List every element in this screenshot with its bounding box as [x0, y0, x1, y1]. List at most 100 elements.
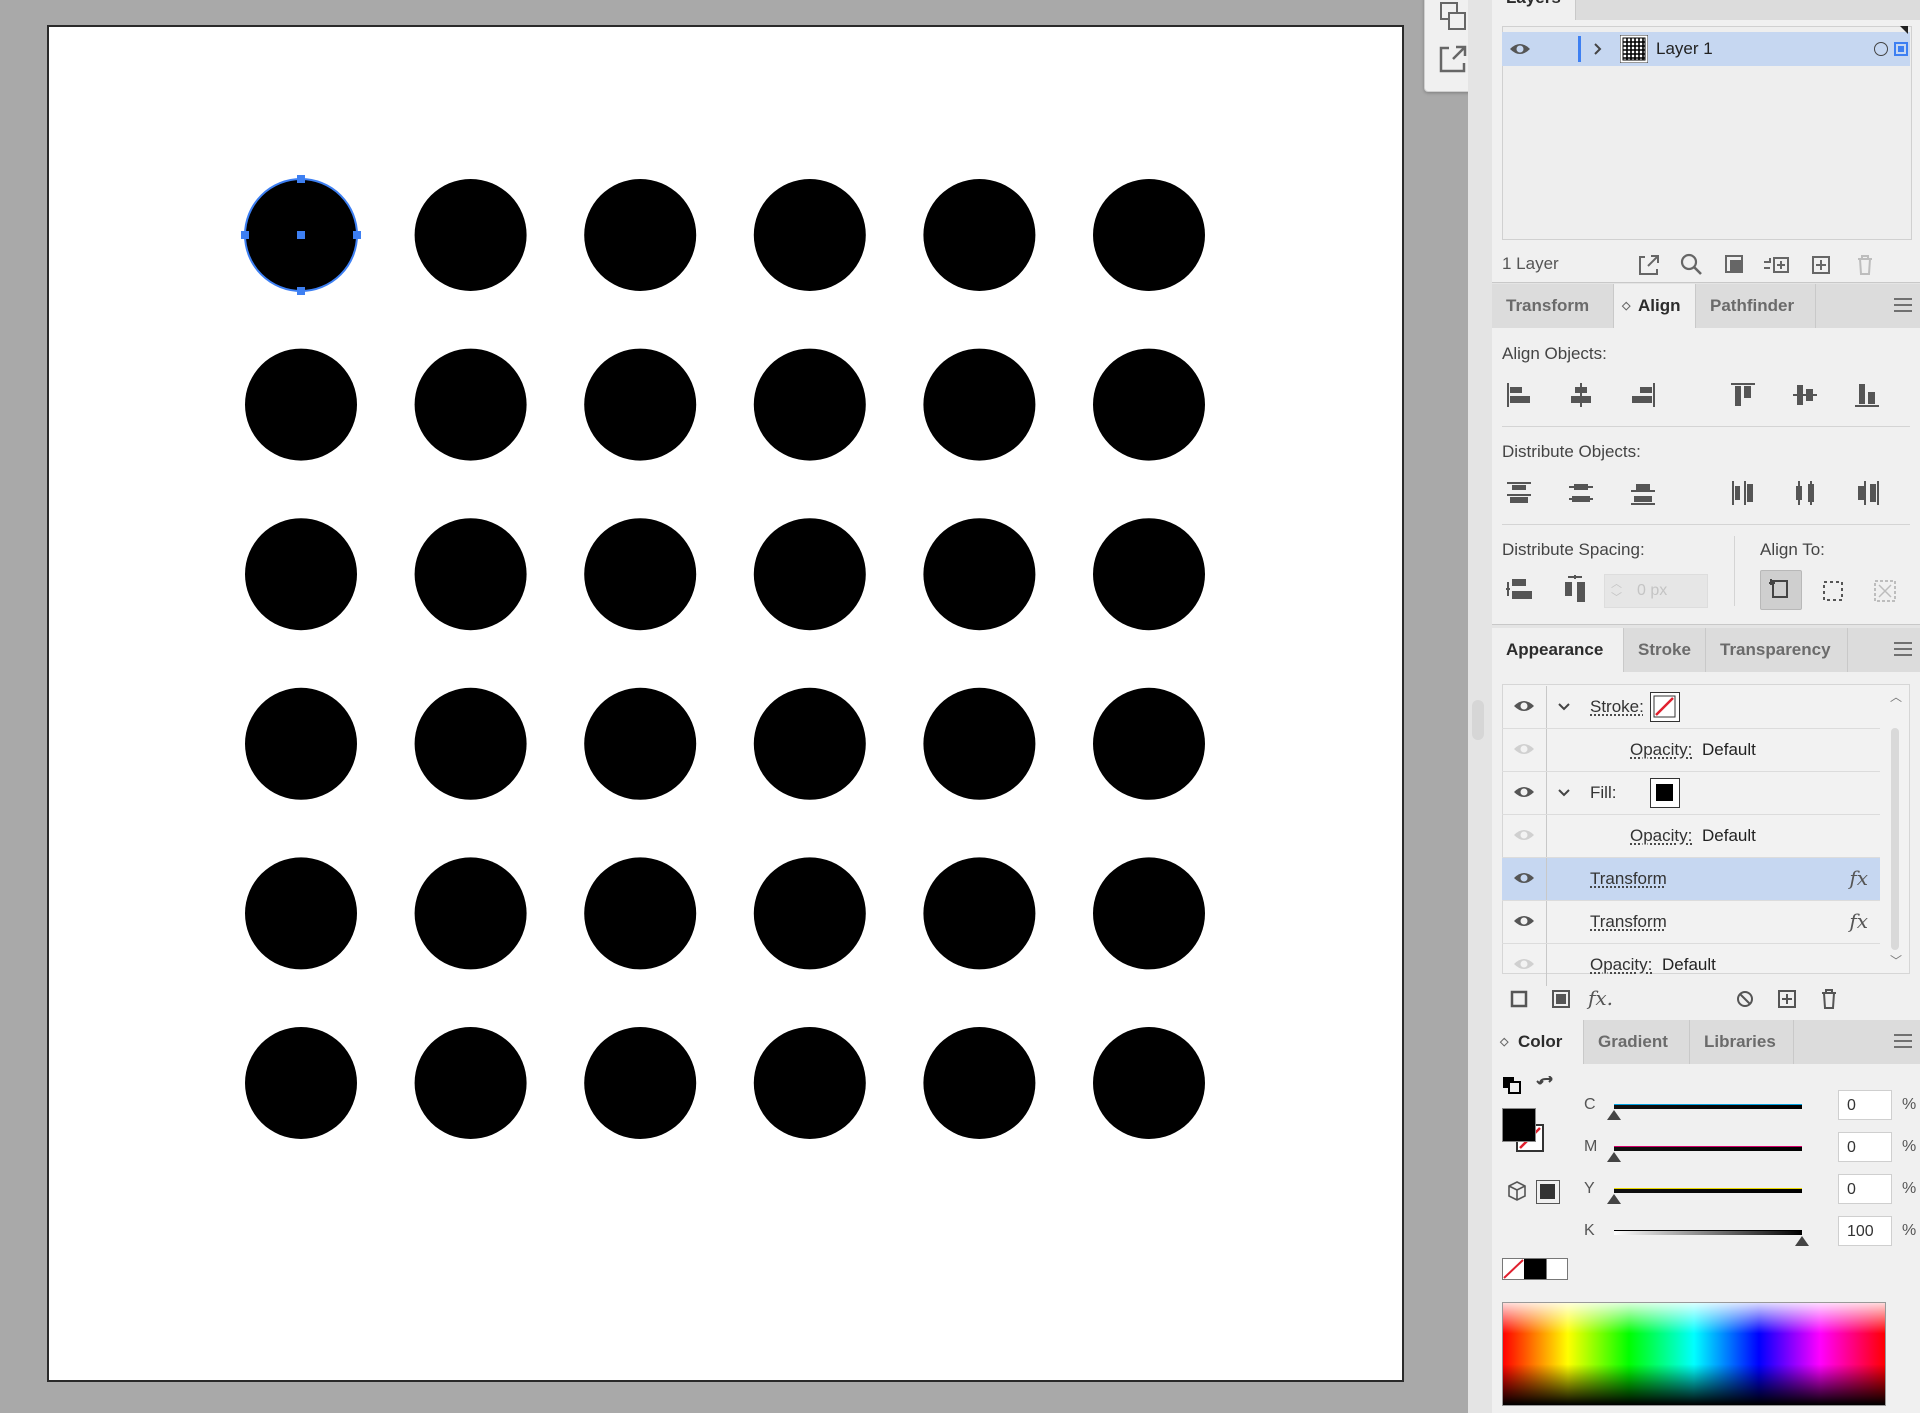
create-sublayer-icon[interactable] — [1762, 250, 1792, 280]
locate-object-icon[interactable] — [1676, 250, 1706, 280]
channel-value-input[interactable]: 0 — [1838, 1174, 1892, 1204]
scrollbar[interactable]: ︿ ﹀ — [1884, 686, 1906, 972]
fill-row[interactable]: Fill: — [1502, 772, 1880, 815]
tab-align[interactable]: ◇ Align — [1614, 284, 1696, 328]
duplicate-item-icon[interactable] — [1772, 984, 1802, 1014]
pop-out-icon[interactable] — [1437, 43, 1469, 75]
dot-shape[interactable] — [1093, 1027, 1205, 1139]
add-new-stroke-icon[interactable] — [1504, 984, 1534, 1014]
tab-appearance[interactable]: Appearance — [1492, 628, 1624, 672]
dot-shape[interactable] — [753, 687, 866, 800]
horizontal-align-right-icon[interactable] — [1628, 380, 1658, 410]
stroke-label[interactable]: Stroke: — [1590, 697, 1644, 717]
eye-icon[interactable] — [1512, 697, 1536, 715]
tab-libraries[interactable]: Libraries — [1690, 1020, 1794, 1064]
dot-shape[interactable] — [245, 857, 357, 970]
eye-icon[interactable] — [1512, 869, 1536, 887]
tab-transform[interactable]: Transform — [1492, 284, 1614, 328]
channel-value-input[interactable]: 0 — [1838, 1090, 1892, 1120]
fill-proxy-front[interactable] — [1502, 1108, 1536, 1142]
opacity-label[interactable]: Opacity: — [1630, 740, 1692, 760]
slider-thumb[interactable] — [1607, 1194, 1621, 1204]
dot-shape[interactable] — [584, 179, 697, 291]
dot-shape[interactable] — [584, 348, 697, 461]
vertical-distribute-center-icon[interactable] — [1566, 478, 1596, 508]
add-new-effect-icon[interactable]: fx. — [1588, 986, 1613, 1010]
dot-shape[interactable] — [245, 518, 357, 631]
dot-shape[interactable] — [1093, 518, 1205, 631]
align-to-selection-button[interactable] — [1760, 570, 1802, 610]
dot-shape[interactable] — [1093, 179, 1205, 291]
horizontal-distribute-center-icon[interactable] — [1790, 478, 1820, 508]
create-new-layer-icon[interactable] — [1806, 250, 1836, 280]
layer-row[interactable]: Layer 1 — [1502, 26, 1910, 66]
opacity-label[interactable]: Opacity: — [1630, 826, 1692, 846]
horizontal-distribute-right-icon[interactable] — [1852, 478, 1882, 508]
align-to-key-object-icon[interactable] — [1818, 576, 1848, 606]
target-circle-icon[interactable] — [1874, 42, 1888, 56]
eye-icon[interactable] — [1512, 826, 1536, 844]
white-swatch[interactable] — [1546, 1259, 1567, 1279]
dot-shape[interactable] — [753, 857, 866, 970]
channel-value-input[interactable]: 0 — [1838, 1132, 1892, 1162]
swap-fill-stroke-icon[interactable] — [1536, 1075, 1558, 1096]
dot-shape[interactable] — [245, 1027, 357, 1139]
dot-shape[interactable] — [1093, 348, 1205, 461]
tab-color[interactable]: ◇ Color — [1492, 1020, 1584, 1064]
arrange-documents-icon[interactable] — [1437, 1, 1469, 33]
dot-shape[interactable] — [245, 348, 357, 461]
dot-shape[interactable] — [753, 518, 866, 631]
align-to-artboard-icon[interactable] — [1870, 576, 1900, 606]
tab-pathfinder[interactable]: Pathfinder — [1696, 284, 1816, 328]
dot-shape[interactable] — [923, 348, 1036, 461]
dot-shape[interactable] — [414, 857, 527, 970]
slider-track[interactable] — [1614, 1104, 1802, 1109]
out-of-gamut-cube-icon[interactable] — [1506, 1180, 1528, 1202]
fill-swatch[interactable] — [1650, 778, 1680, 808]
dot-shape[interactable] — [923, 857, 1036, 970]
dot-shape[interactable] — [584, 687, 697, 800]
dot-shape[interactable] — [753, 348, 866, 461]
eye-icon[interactable] — [1512, 912, 1536, 930]
spacing-input[interactable]: ︿ ﹀ 0 px — [1604, 574, 1708, 608]
panel-menu-icon[interactable] — [1894, 298, 1912, 312]
slider-track[interactable] — [1614, 1188, 1802, 1193]
tab-stroke[interactable]: Stroke — [1624, 628, 1706, 672]
dot-shape[interactable] — [923, 179, 1036, 291]
eye-icon[interactable] — [1508, 40, 1532, 58]
transform-effect-row[interactable]: Transform fx — [1502, 901, 1880, 944]
chevron-down-icon[interactable] — [1556, 700, 1572, 714]
dot-shape[interactable] — [245, 687, 357, 800]
dot-shape[interactable] — [414, 687, 527, 800]
effect-label[interactable]: Transform — [1590, 869, 1667, 889]
vertical-distribute-bottom-icon[interactable] — [1628, 478, 1658, 508]
dot-shape[interactable] — [923, 518, 1036, 631]
effect-label[interactable]: Transform — [1590, 912, 1667, 932]
object-opacity-row[interactable]: Opacity: Default — [1502, 944, 1880, 986]
eye-icon[interactable] — [1512, 783, 1536, 801]
channel-value-input[interactable]: 100 — [1838, 1216, 1892, 1246]
chevron-right-icon[interactable] — [1590, 39, 1606, 59]
horizontal-distribute-left-icon[interactable] — [1728, 478, 1758, 508]
delete-item-icon[interactable] — [1814, 984, 1844, 1014]
slider-thumb[interactable] — [1607, 1110, 1621, 1120]
scroll-down-icon[interactable]: ﹀ — [1890, 952, 1902, 969]
dock-resize-handle[interactable] — [1472, 700, 1484, 740]
none-swatch[interactable] — [1503, 1259, 1524, 1279]
horizontal-align-center-icon[interactable] — [1566, 380, 1596, 410]
layer-name[interactable]: Layer 1 — [1656, 39, 1713, 59]
tab-layers[interactable]: Layers — [1492, 0, 1576, 20]
dot-shape[interactable] — [1093, 857, 1205, 970]
panel-menu-icon[interactable] — [1894, 1034, 1912, 1048]
panel-menu-icon[interactable] — [1894, 642, 1912, 656]
slider-thumb[interactable] — [1795, 1236, 1809, 1246]
fill-label[interactable]: Fill: — [1590, 783, 1616, 803]
add-new-fill-icon[interactable] — [1546, 984, 1576, 1014]
slider-track[interactable] — [1614, 1146, 1802, 1151]
dot-shape[interactable] — [414, 348, 527, 461]
selection-indicator[interactable] — [1894, 42, 1908, 56]
fx-icon[interactable]: fx — [1849, 909, 1868, 933]
collect-for-export-icon[interactable] — [1634, 250, 1664, 280]
scroll-up-icon[interactable]: ︿ — [1890, 688, 1902, 705]
panel-menu-icon[interactable] — [1894, 0, 1912, 10]
